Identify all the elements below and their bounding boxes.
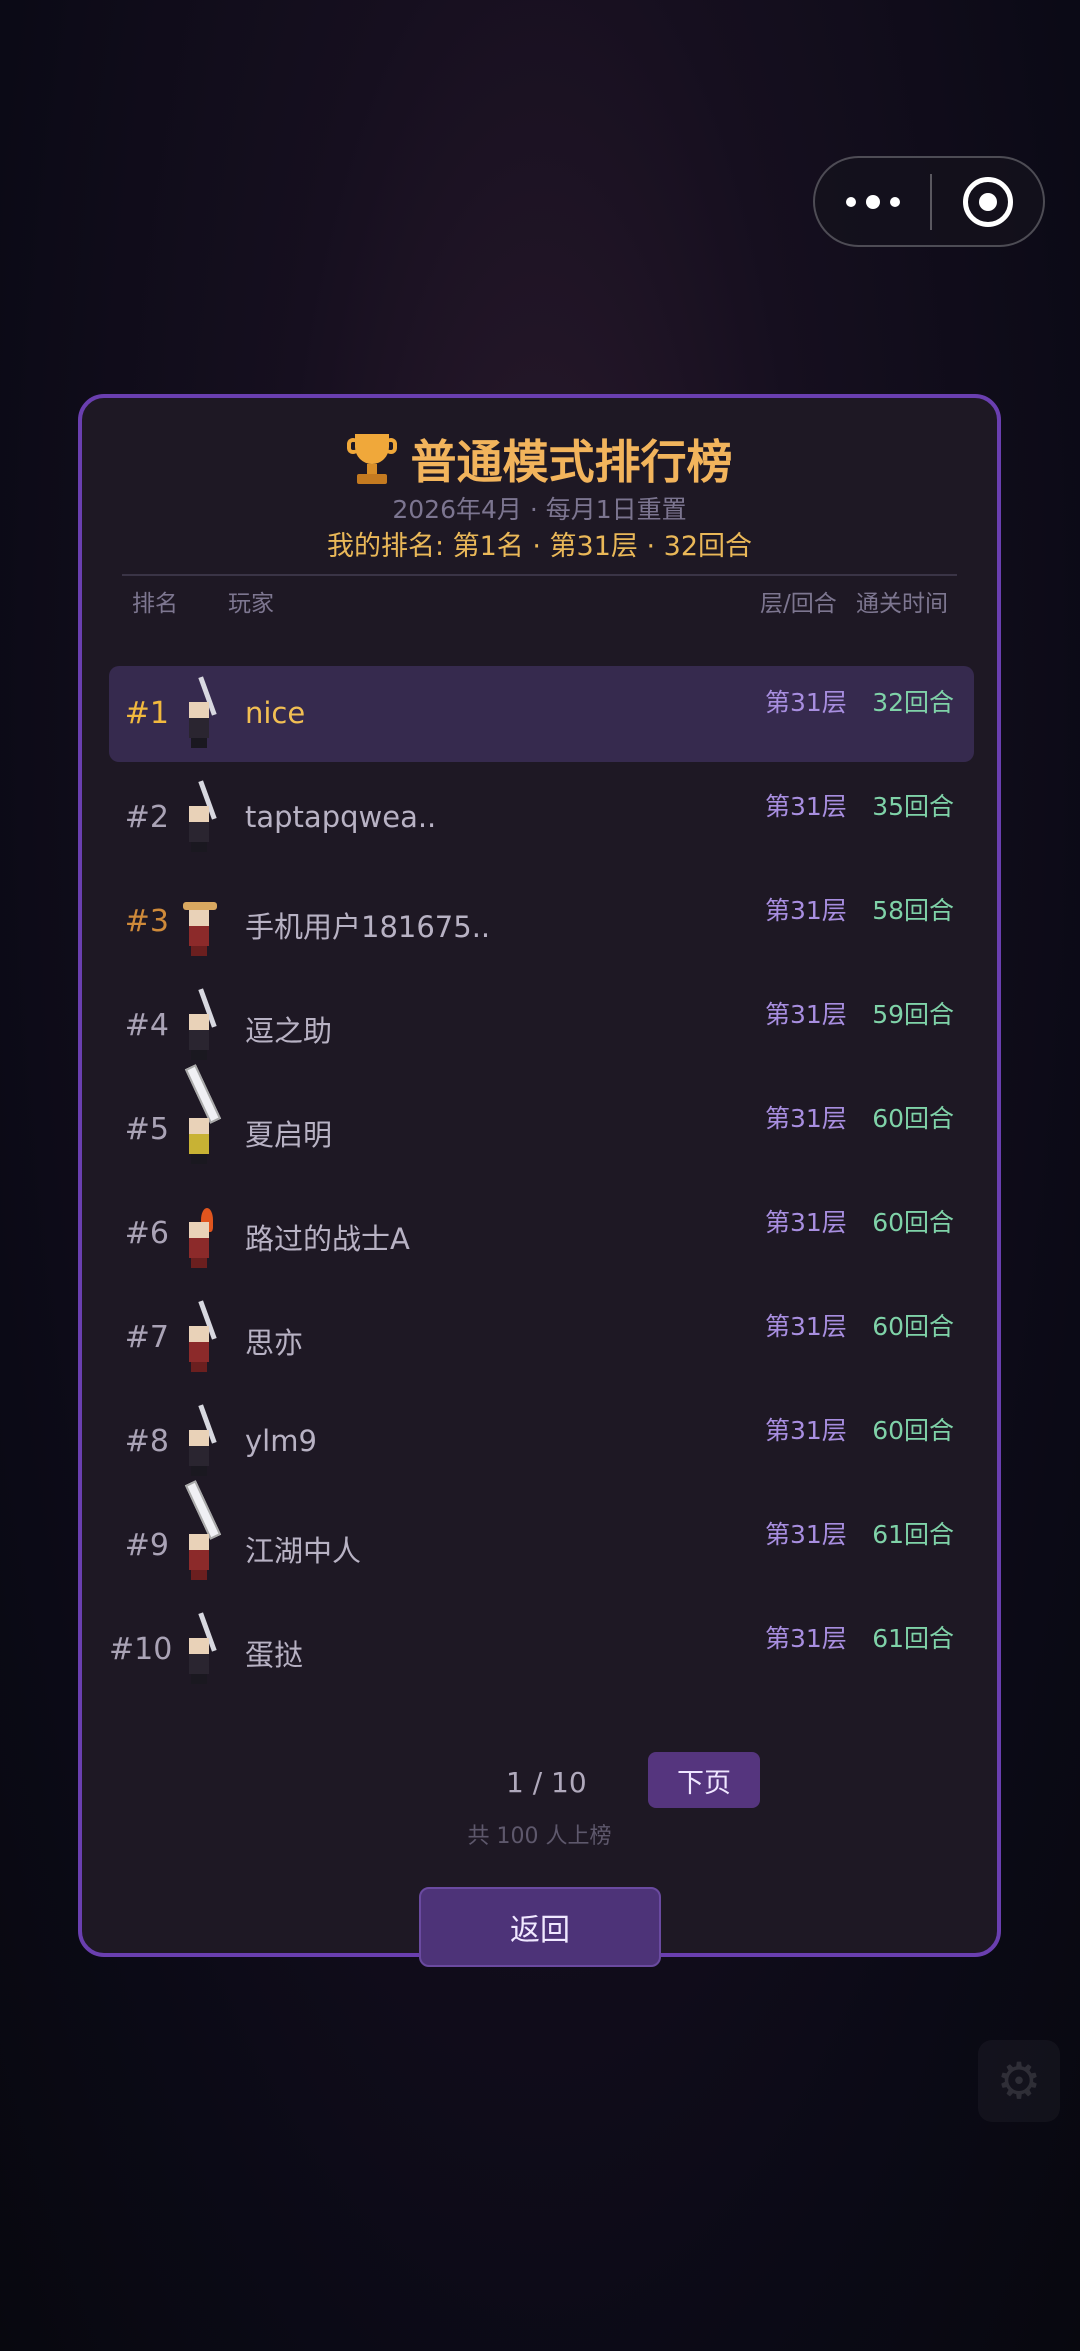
target-close-icon[interactable] [932, 176, 1043, 227]
row-floor: 第31层 [765, 1000, 847, 1029]
row-rank: #7 [124, 1320, 169, 1355]
column-header-time: 通关时间 [856, 591, 948, 617]
row-floor: 第31层 [765, 1208, 847, 1237]
player-avatar [183, 1480, 223, 1586]
leaderboard-row[interactable]: #4 逗之助 第31层 59回合 [109, 978, 974, 1074]
row-player-name: 路过的战士A [245, 1222, 410, 1256]
player-avatar [183, 1610, 223, 1690]
row-round: 58回合 [872, 896, 954, 925]
row-rank: #10 [109, 1632, 173, 1667]
column-header-rank: 排名 [132, 591, 178, 617]
row-floor: 第31层 [765, 1624, 847, 1653]
row-floor: 第31层 [765, 1416, 847, 1445]
row-floor: 第31层 [765, 688, 847, 717]
total-count: 共 100 人上榜 [467, 1824, 612, 1849]
row-player-name: taptapqwea.. [245, 800, 437, 834]
row-player-name: 夏启明 [245, 1118, 333, 1152]
player-avatar [183, 1064, 223, 1170]
title-text: 普通模式排行榜 [410, 435, 733, 489]
player-avatar [183, 1194, 223, 1274]
row-player-name: 江湖中人 [245, 1534, 362, 1568]
row-player-name: 逗之助 [245, 1014, 333, 1048]
row-rank: #3 [124, 904, 169, 939]
leaderboard-row[interactable]: #7 思亦 第31层 60回合 [109, 1290, 974, 1386]
row-player-name: ylm9 [245, 1424, 317, 1458]
row-floor: 第31层 [765, 1312, 847, 1341]
row-round: 35回合 [872, 792, 954, 821]
player-avatar [183, 1298, 223, 1378]
player-avatar [183, 778, 223, 858]
leaderboard-row[interactable]: #3 手机用户181675.. 第31层 58回合 [109, 874, 974, 970]
leaderboard-title: 普通模式排行榜 [82, 426, 997, 492]
row-round: 61回合 [872, 1520, 954, 1549]
pagination: 1 / 10 下页 [82, 1752, 997, 1812]
row-round: 32回合 [872, 688, 954, 717]
row-floor: 第31层 [765, 1104, 847, 1133]
more-dots-icon[interactable] [815, 158, 930, 245]
mini-program-capsule [813, 156, 1045, 247]
row-round: 60回合 [872, 1104, 954, 1133]
row-rank: #6 [124, 1216, 169, 1251]
row-rank: #1 [124, 696, 169, 731]
page-indicator: 1 / 10 [506, 1766, 587, 1799]
row-player-name: 思亦 [245, 1326, 304, 1360]
trophy-icon [346, 432, 397, 486]
row-rank: #8 [124, 1424, 169, 1459]
leaderboard-row[interactable]: #8 ylm9 第31层 60回合 [109, 1394, 974, 1490]
leaderboard-row[interactable]: #6 路过的战士A 第31层 60回合 [109, 1186, 974, 1282]
column-header-player: 玩家 [228, 591, 274, 617]
row-player-name: 蛋挞 [245, 1638, 304, 1672]
leaderboard-row[interactable]: #1 nice 第31层 32回合 [109, 666, 974, 762]
back-button[interactable]: 返回 [419, 1887, 661, 1967]
leaderboard-row[interactable]: #5 夏启明 第31层 60回合 [109, 1064, 974, 1178]
row-floor: 第31层 [765, 792, 847, 821]
row-player-name: 手机用户181675.. [245, 910, 491, 944]
row-round: 60回合 [872, 1208, 954, 1237]
player-avatar [183, 882, 223, 962]
leaderboard-panel: 普通模式排行榜 2026年4月 · 每月1日重置 我的排名: 第1名 · 第31… [78, 394, 1001, 1957]
row-floor: 第31层 [765, 896, 847, 925]
player-avatar [183, 986, 223, 1066]
my-rank-summary: 我的排名: 第1名 · 第31层 · 32回合 [326, 531, 753, 562]
player-avatar [183, 1402, 223, 1482]
row-player-name: nice [245, 696, 306, 730]
row-round: 60回合 [872, 1416, 954, 1445]
row-round: 61回合 [872, 1624, 954, 1653]
leaderboard-row[interactable]: #9 江湖中人 第31层 61回合 [109, 1480, 974, 1594]
row-rank: #9 [124, 1528, 169, 1563]
gear-icon: ⚙ [978, 2040, 1060, 2122]
row-round: 59回合 [872, 1000, 954, 1029]
row-rank: #5 [124, 1112, 169, 1147]
row-rank: #2 [124, 800, 169, 835]
header-divider [122, 574, 957, 576]
leaderboard-row[interactable]: #2 taptapqwea.. 第31层 35回合 [109, 770, 974, 866]
row-round: 60回合 [872, 1312, 954, 1341]
leaderboard-row[interactable]: #10 蛋挞 第31层 61回合 [109, 1602, 974, 1698]
player-avatar [183, 674, 223, 754]
leaderboard-subtitle: 2026年4月 · 每月1日重置 [392, 495, 687, 524]
row-rank: #4 [124, 1008, 169, 1043]
next-page-button[interactable]: 下页 [648, 1752, 760, 1808]
column-header-floor: 层/回合 [760, 591, 837, 617]
row-floor: 第31层 [765, 1520, 847, 1549]
